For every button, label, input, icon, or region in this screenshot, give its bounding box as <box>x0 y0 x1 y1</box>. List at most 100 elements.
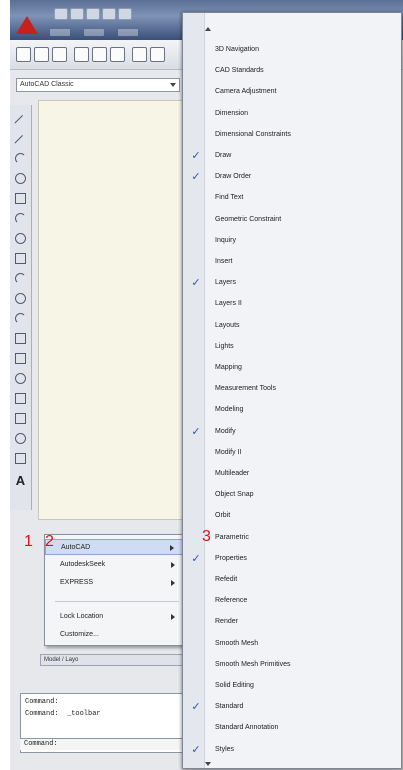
toolbar-menu-item[interactable]: Modeling <box>183 400 401 420</box>
toolbar-menu-item[interactable]: ✓ Standard <box>183 697 401 717</box>
toolbar-menu-item[interactable]: ✓ Draw Order <box>183 167 401 187</box>
line-icon[interactable] <box>13 111 28 128</box>
polygon-icon[interactable] <box>13 171 28 186</box>
new-icon[interactable] <box>16 47 31 62</box>
checkmark-icon: ✓ <box>191 552 201 565</box>
plot-icon[interactable] <box>102 8 116 20</box>
scroll-up-icon[interactable] <box>205 27 211 31</box>
point-icon[interactable] <box>13 371 28 386</box>
arc-icon[interactable] <box>13 211 28 226</box>
submenu-arrow-icon <box>170 545 174 551</box>
toolbar-menu-item-label: Draw <box>215 152 232 159</box>
polyline-icon[interactable] <box>13 151 28 166</box>
toolbar-menu-item[interactable]: 3D Navigation <box>183 40 401 60</box>
save-icon[interactable] <box>52 47 67 62</box>
ellipse-arc-icon[interactable] <box>13 311 28 326</box>
toolbar-menu-item[interactable]: Orbit <box>183 506 401 526</box>
toolbar-menu-item[interactable]: Modify II <box>183 443 401 463</box>
new-icon[interactable] <box>54 8 68 20</box>
menu-item[interactable] <box>118 29 138 36</box>
menu-item[interactable] <box>84 29 104 36</box>
checkmark-icon: ✓ <box>191 425 201 438</box>
menu-item-express[interactable]: EXPRESS <box>45 575 183 591</box>
toolbar-menu-item[interactable]: ✓ Styles <box>183 740 401 760</box>
toolbar-menu-item[interactable]: Geometric Constraint <box>183 210 401 230</box>
toolbar-menu-item[interactable]: ✓ Modify <box>183 422 401 442</box>
menu-item-autodeskseek[interactable]: AutodeskSeek <box>45 557 183 573</box>
toolbar-menu-item[interactable]: Solid Editing <box>183 676 401 696</box>
annotation-2: 2 <box>45 533 54 550</box>
toolbar-menu-item-label: Measurement Tools <box>215 385 276 393</box>
rectangle-icon[interactable] <box>13 191 28 206</box>
publish-icon[interactable] <box>110 47 125 62</box>
toolbar-menu-item-label: Inquiry <box>215 236 237 244</box>
drawing-area[interactable] <box>38 100 198 520</box>
plot-preview-icon[interactable] <box>92 47 107 62</box>
plot-icon[interactable] <box>74 47 89 62</box>
save-icon[interactable] <box>86 8 100 20</box>
gradient-icon[interactable] <box>13 411 28 426</box>
toolbar-menu-item-label: Orbit <box>215 512 231 520</box>
circle-icon[interactable] <box>13 231 28 246</box>
command-line-2: Command: _toolbar <box>25 710 101 718</box>
toolbar-menu-item[interactable]: Multileader <box>183 464 401 484</box>
toolbar-menu-item[interactable]: Insert <box>183 252 401 272</box>
toolbar-menu-item[interactable]: CAD Standards <box>183 61 401 81</box>
toolbar-menu-item[interactable]: Object Snap <box>183 485 401 505</box>
toolbar-menu-item-label: Find Text <box>215 194 244 202</box>
command-input[interactable]: Command: <box>20 738 192 750</box>
construction-line-icon[interactable] <box>13 131 28 148</box>
toolbar-menu-item-label: Object Snap <box>215 491 254 499</box>
region-icon[interactable] <box>13 431 28 446</box>
scroll-down-icon[interactable] <box>205 762 211 766</box>
make-block-icon[interactable] <box>13 351 28 366</box>
pan-icon[interactable] <box>150 47 165 62</box>
menu-item[interactable] <box>50 29 70 36</box>
undo-icon[interactable] <box>118 8 132 20</box>
toolbar-menu-item-label: Layouts <box>215 321 240 329</box>
toolbar-menu-item-label: CAD Standards <box>215 67 264 75</box>
revision-cloud-icon[interactable] <box>13 251 28 266</box>
toolbar-menu-item[interactable]: ✓ Properties <box>183 549 401 569</box>
ellipse-icon[interactable] <box>13 291 28 306</box>
open-icon[interactable] <box>70 8 84 20</box>
toolbar-menu-item[interactable]: Lights <box>183 337 401 357</box>
toolbar-menu-item[interactable]: Reference <box>183 591 401 611</box>
toolbar-menu-item[interactable]: Layouts <box>183 316 401 336</box>
zoom-icon[interactable] <box>132 47 147 62</box>
toolbar-menu-item-label: Geometric Constraint <box>215 215 282 223</box>
toolbar-menu-item[interactable]: Smooth Mesh Primitives <box>183 655 401 675</box>
toolbar-menu-item[interactable]: Smooth Mesh <box>183 634 401 654</box>
open-icon[interactable] <box>34 47 49 62</box>
toolbar-menu-item[interactable]: Measurement Tools <box>183 379 401 399</box>
multiline-text-icon[interactable]: A <box>13 473 28 488</box>
toolbar-menu-item[interactable]: Standard Annotation <box>183 718 401 738</box>
autocad-logo-icon[interactable] <box>16 16 38 34</box>
toolbars-menu: 3D Navigation CAD Standards Camera Adjustm… <box>182 12 402 769</box>
toolbar-menu-item[interactable]: Parametric <box>183 528 401 548</box>
spline-icon[interactable] <box>13 271 28 286</box>
workspace-dropdown[interactable]: AutoCAD Classic <box>16 78 180 92</box>
toolbar-menu-item[interactable]: Refedit <box>183 570 401 590</box>
toolbar-menu-item[interactable]: Dimensional Constraints <box>183 125 401 145</box>
toolbar-menu-item[interactable]: Camera Adjustment <box>183 82 401 102</box>
toolbar-menu-item[interactable]: ✓ Layers <box>183 273 401 293</box>
hatch-icon[interactable] <box>13 391 28 406</box>
toolbar-menu-item-label: Insert <box>215 258 233 265</box>
toolbar-menu-item[interactable]: Find Text <box>183 188 401 208</box>
toolbar-menu-item[interactable]: ✓ Draw <box>183 146 401 166</box>
checkmark-icon: ✓ <box>191 701 201 714</box>
toolbar-menu-item-label: Camera Adjustment <box>215 88 277 96</box>
menu-item-lock-location[interactable]: Lock Location <box>45 609 183 625</box>
toolbar-menu-item[interactable]: Dimension <box>183 104 401 124</box>
toolbar-menu-item[interactable]: Inquiry <box>183 231 401 251</box>
toolbar-menu-item[interactable]: Render <box>183 612 401 632</box>
insert-block-icon[interactable] <box>13 331 28 346</box>
table-icon[interactable] <box>13 451 28 466</box>
toolbar-menu-item[interactable]: Mapping <box>183 358 401 378</box>
layout-tabs[interactable]: Model / Layo <box>40 654 190 666</box>
toolbar-menu-item[interactable]: Layers II <box>183 294 401 314</box>
menu-item-autocad[interactable]: AutoCAD <box>45 539 183 555</box>
toolbar-menu-item-label: 3D Navigation <box>215 46 259 53</box>
menu-item-customize[interactable]: Customize... <box>45 627 183 643</box>
